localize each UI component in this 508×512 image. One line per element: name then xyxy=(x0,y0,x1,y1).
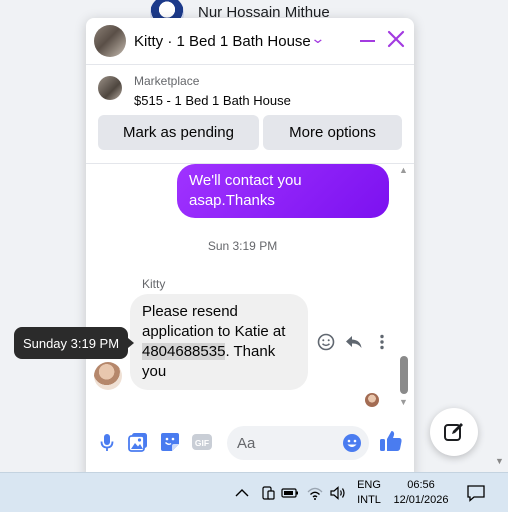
message-input[interactable]: Aa xyxy=(227,426,369,460)
chat-header: Kitty · 1 Bed 1 Bath House ⌄ xyxy=(86,18,414,65)
page-scroll-down-arrow[interactable]: ▼ xyxy=(495,456,504,466)
taskbar: ENG INTL 06:56 12/01/2026 xyxy=(0,472,508,512)
phone-number[interactable]: 4804688535 xyxy=(142,343,226,360)
chat-window: Kitty · 1 Bed 1 Bath House ⌄ Marketplace… xyxy=(86,18,414,478)
composer: GIF Aa xyxy=(86,418,414,468)
sender-name: Kitty xyxy=(142,277,166,291)
chevron-up-icon[interactable] xyxy=(233,484,251,502)
photo-icon[interactable] xyxy=(127,431,149,453)
chat-title[interactable]: Kitty · 1 Bed 1 Bath House xyxy=(134,33,311,50)
input-language[interactable]: ENG INTL xyxy=(355,478,383,508)
chevron-down-icon[interactable]: ⌄ xyxy=(310,30,325,47)
listing-thumbnail[interactable] xyxy=(98,76,122,100)
compose-icon xyxy=(444,423,463,441)
volume-icon[interactable] xyxy=(329,484,347,502)
more-options-icon[interactable] xyxy=(372,332,392,352)
phone-link-icon[interactable] xyxy=(259,484,277,502)
outgoing-message[interactable]: We'll contact you asap.Thanks xyxy=(177,164,389,218)
gif-icon[interactable]: GIF xyxy=(191,431,213,453)
clock[interactable]: 06:56 12/01/2026 xyxy=(390,478,452,508)
message-list: We'll contact you asap.Thanks Sun 3:19 P… xyxy=(86,164,414,414)
clock-date: 12/01/2026 xyxy=(393,494,449,506)
minimize-icon[interactable] xyxy=(360,40,375,42)
sender-avatar[interactable] xyxy=(94,362,122,390)
timestamp-tooltip: Sunday 3:19 PM xyxy=(14,327,134,359)
chat-avatar[interactable] xyxy=(94,25,126,57)
battery-icon[interactable] xyxy=(281,484,299,502)
emoji-icon[interactable] xyxy=(342,433,362,453)
marketplace-panel: Marketplace $515 - 1 Bed 1 Bath House Ma… xyxy=(86,65,414,164)
thumbs-up-icon[interactable] xyxy=(378,428,404,454)
scrollbar-thumb[interactable] xyxy=(400,356,408,394)
message-timestamp: Sun 3:19 PM xyxy=(207,239,278,253)
read-receipt-avatar xyxy=(365,393,379,407)
clock-time: 06:56 xyxy=(407,479,435,491)
mark-as-pending-button[interactable]: Mark as pending xyxy=(98,115,259,150)
new-message-button[interactable] xyxy=(430,408,478,456)
language-primary: ENG xyxy=(357,479,381,491)
smile-icon[interactable] xyxy=(316,332,336,352)
scroll-up-arrow[interactable]: ▲ xyxy=(399,165,408,175)
more-options-button[interactable]: More options xyxy=(263,115,402,150)
scroll-down-arrow[interactable]: ▼ xyxy=(399,397,408,407)
background-conversation-header: Nur Hossain Mithue xyxy=(0,0,508,30)
wifi-icon[interactable] xyxy=(306,484,324,502)
incoming-message[interactable]: Please resend application to Katie at 48… xyxy=(130,294,308,390)
language-secondary: INTL xyxy=(357,494,381,506)
close-icon[interactable] xyxy=(386,29,406,49)
marketplace-label: Marketplace xyxy=(134,74,200,88)
message-input-placeholder: Aa xyxy=(237,435,256,452)
listing-title[interactable]: $515 - 1 Bed 1 Bath House xyxy=(134,93,291,108)
reply-icon[interactable] xyxy=(344,332,364,352)
microphone-icon[interactable] xyxy=(96,431,118,453)
message-text: Please resend application to Katie at xyxy=(142,303,286,340)
sticker-icon[interactable] xyxy=(159,431,181,453)
gif-label: GIF xyxy=(195,438,209,448)
notification-icon[interactable] xyxy=(466,483,486,503)
